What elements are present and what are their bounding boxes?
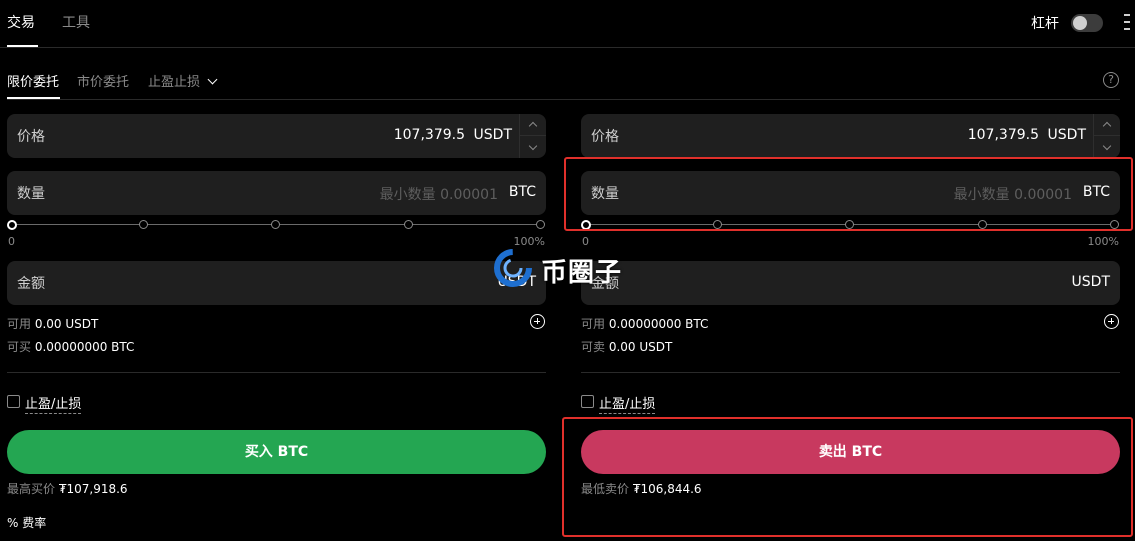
menu-icon[interactable] xyxy=(1124,14,1130,32)
watermark-logo-icon xyxy=(494,249,532,287)
sell-amount-unit: USDT xyxy=(1071,274,1110,290)
buy-tpsl-label[interactable]: 止盈/止损 xyxy=(25,393,82,414)
slider-stop-25[interactable] xyxy=(139,220,148,229)
buy-price-value[interactable]: 107,379.5 xyxy=(394,127,465,143)
highlight-box-sell-button xyxy=(562,417,1133,537)
slider-stop-75[interactable] xyxy=(404,220,413,229)
available-label: 可用 xyxy=(7,317,32,331)
buy-panel: 价格 107,379.5 USDT 数量 最小数量 0.00001 BTC 0 … xyxy=(7,0,546,541)
sell-price-unit: USDT xyxy=(1047,127,1086,143)
buy-quantity-unit: BTC xyxy=(508,184,536,200)
sell-tpsl-checkbox[interactable] xyxy=(581,395,594,408)
slider-handle[interactable] xyxy=(7,220,17,230)
sell-tpsl-label[interactable]: 止盈/止损 xyxy=(599,393,656,414)
slider-min-label: 0 xyxy=(582,235,589,248)
available-label: 可用 xyxy=(581,317,606,331)
divider xyxy=(581,372,1120,373)
best-bid-label: 最高买价 xyxy=(7,482,56,496)
buy-amount-field[interactable]: 金额 USDT xyxy=(7,261,546,305)
increment-button[interactable] xyxy=(520,114,546,136)
max-sell-label: 可卖 xyxy=(581,340,606,354)
available-value: 0.00000000 BTC xyxy=(608,317,709,331)
best-bid: 最高买价 ₮107,918.6 xyxy=(7,480,128,497)
buy-quantity-label: 数量 xyxy=(17,186,45,202)
sell-available: 可用 0.00000000 BTC xyxy=(581,315,708,332)
best-bid-value: ₮107,918.6 xyxy=(58,482,128,496)
increment-button[interactable] xyxy=(1094,114,1120,136)
add-funds-icon[interactable] xyxy=(1104,314,1119,329)
buy-quantity-field[interactable]: 数量 最小数量 0.00001 BTC xyxy=(7,171,546,215)
buy-price-stepper[interactable] xyxy=(519,114,546,158)
sell-max-sellable: 可卖 0.00 USDT xyxy=(581,338,672,355)
slider-max-label: 100% xyxy=(513,235,545,248)
slider-min-label: 0 xyxy=(8,235,15,248)
fee-rate-link[interactable]: % 费率 xyxy=(7,514,46,531)
buy-price-label: 价格 xyxy=(17,129,45,145)
slider-stop-50[interactable] xyxy=(271,220,280,229)
chevron-down-icon xyxy=(1102,141,1112,150)
add-funds-icon[interactable] xyxy=(530,314,545,329)
watermark: 币圈子 xyxy=(493,248,643,288)
available-value: 0.00 USDT xyxy=(34,317,99,331)
buy-quantity-slider[interactable] xyxy=(7,219,546,231)
decrement-button[interactable] xyxy=(1094,136,1120,158)
buy-amount-label: 金额 xyxy=(17,276,45,292)
max-sell-value: 0.00 USDT xyxy=(608,340,673,354)
sell-price-label: 价格 xyxy=(591,129,619,145)
buy-price-unit: USDT xyxy=(473,127,512,143)
sell-price-field[interactable]: 价格 107,379.5 USDT xyxy=(581,114,1120,158)
buy-btc-button[interactable]: 买入 BTC xyxy=(7,430,546,474)
sell-price-value[interactable]: 107,379.5 xyxy=(968,127,1039,143)
buy-quantity-placeholder[interactable]: 最小数量 0.00001 xyxy=(380,184,498,204)
sell-price-stepper[interactable] xyxy=(1093,114,1120,158)
divider xyxy=(7,372,546,373)
sell-amount-field[interactable]: 金额 USDT xyxy=(581,261,1120,305)
buy-price-field[interactable]: 价格 107,379.5 USDT xyxy=(7,114,546,158)
slider-stop-100[interactable] xyxy=(536,220,545,229)
buy-max-buyable: 可买 0.00000000 BTC xyxy=(7,338,134,355)
chevron-up-icon xyxy=(1102,121,1112,131)
chevron-up-icon xyxy=(528,121,538,131)
decrement-button[interactable] xyxy=(520,136,546,158)
watermark-text: 币圈子 xyxy=(541,258,623,288)
max-buy-label: 可买 xyxy=(7,340,32,354)
max-buy-value: 0.00000000 BTC xyxy=(34,340,135,354)
slider-max-label: 100% xyxy=(1087,235,1119,248)
highlight-box-quantity xyxy=(564,157,1133,231)
buy-tpsl-checkbox[interactable] xyxy=(7,395,20,408)
chevron-down-icon xyxy=(528,141,538,150)
buy-available: 可用 0.00 USDT xyxy=(7,315,98,332)
